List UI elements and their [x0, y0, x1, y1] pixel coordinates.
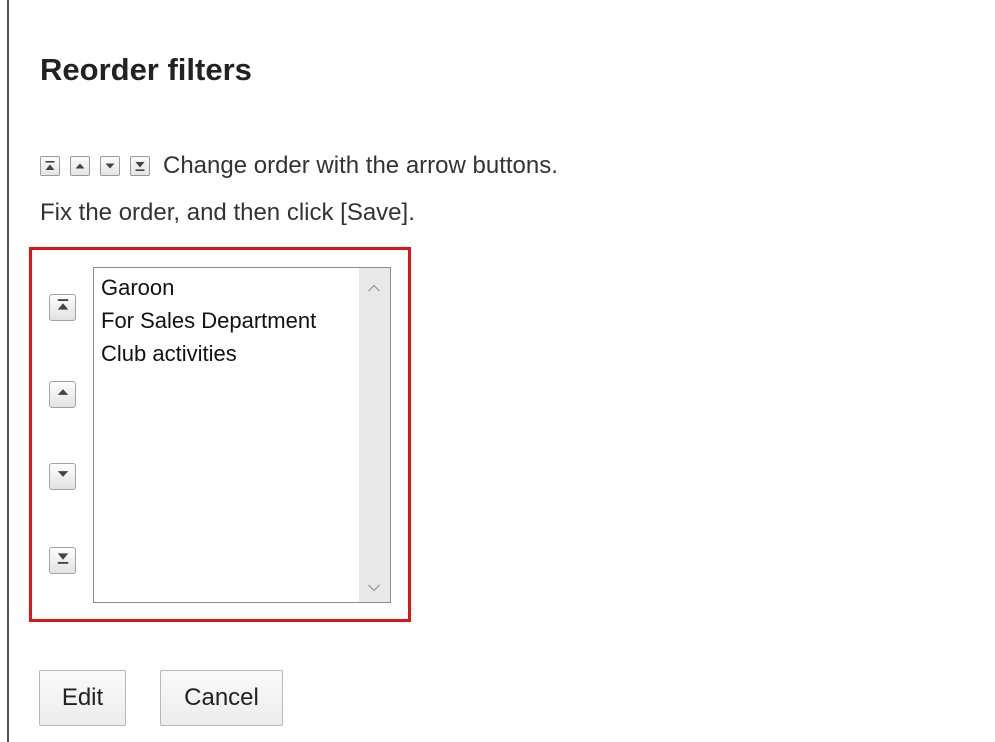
- move-top-icon: [56, 298, 70, 317]
- move-down-icon: [100, 156, 120, 176]
- move-up-icon: [70, 156, 90, 176]
- move-bottom-icon: [56, 551, 70, 570]
- instruction-line: Change order with the arrow buttons.: [40, 151, 558, 181]
- instruction-text: Change order with the arrow buttons.: [163, 152, 558, 179]
- cancel-button[interactable]: Cancel: [160, 670, 283, 726]
- move-up-icon: [56, 385, 70, 404]
- window-left-border: [7, 0, 9, 742]
- list-item[interactable]: Garoon: [101, 275, 174, 301]
- page-title: Reorder filters: [40, 52, 252, 87]
- list-item[interactable]: For Sales Department: [101, 308, 316, 334]
- list-item[interactable]: Club activities: [101, 341, 237, 367]
- move-down-icon: [56, 467, 70, 486]
- move-down-button[interactable]: [49, 463, 76, 490]
- list-scrollbar[interactable]: [359, 268, 390, 602]
- move-top-icon: [40, 156, 60, 176]
- move-bottom-icon: [130, 156, 150, 176]
- instruction-text-2: Fix the order, and then click [Save].: [40, 199, 415, 226]
- scroll-up-icon[interactable]: [367, 280, 381, 298]
- move-top-button[interactable]: [49, 294, 76, 321]
- move-bottom-button[interactable]: [49, 547, 76, 574]
- scroll-down-icon[interactable]: [367, 580, 381, 598]
- move-up-button[interactable]: [49, 381, 76, 408]
- filter-order-list[interactable]: Garoon For Sales Department Club activit…: [93, 267, 391, 603]
- edit-button[interactable]: Edit: [39, 670, 126, 726]
